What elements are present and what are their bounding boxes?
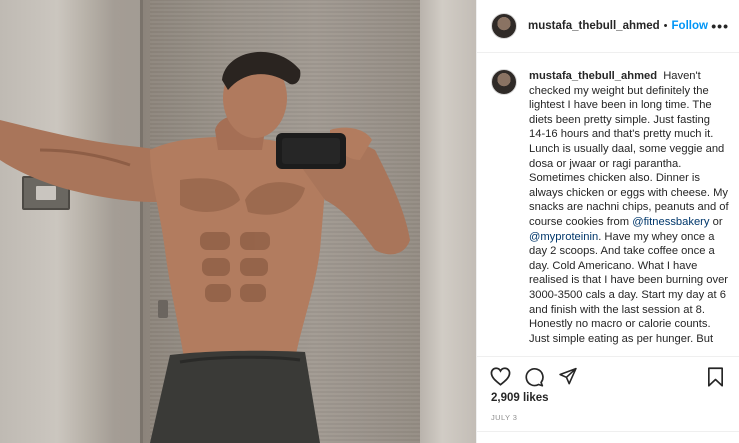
comments-section[interactable]: mustafa_thebull_ahmed Haven't checked my… <box>477 53 739 356</box>
mention-link[interactable]: @myproteinin <box>529 231 598 243</box>
caption-text-1: Haven't checked my weight but definitely… <box>529 70 729 228</box>
comment-icon[interactable] <box>523 366 545 388</box>
separator-dot: • <box>663 20 668 32</box>
paper-plane-icon[interactable] <box>557 366 579 388</box>
header-username[interactable]: mustafa_thebull_ahmed <box>528 20 660 32</box>
mention-link[interactable]: @fitnessbakery <box>632 216 709 228</box>
follow-button[interactable]: Follow <box>672 20 708 32</box>
caption-avatar[interactable] <box>491 69 517 95</box>
action-bar <box>477 356 739 396</box>
post-caption: mustafa_thebull_ahmed Haven't checked my… <box>529 69 729 346</box>
caption-text-2: . Have my whey once a day 2 scoops. And … <box>529 230 729 345</box>
post-date[interactable]: JULY 3 <box>491 413 517 422</box>
post-header: mustafa_thebull_ahmed • Follow ••• <box>477 0 739 53</box>
bookmark-icon[interactable] <box>704 366 726 388</box>
more-options-icon[interactable]: ••• <box>711 18 729 34</box>
heart-icon[interactable] <box>489 366 511 388</box>
man-figure <box>0 51 410 443</box>
post-sidebar: mustafa_thebull_ahmed • Follow ••• musta… <box>476 0 739 443</box>
divider <box>477 431 739 432</box>
post-photo[interactable] <box>0 0 476 443</box>
caption-or: or <box>709 215 723 228</box>
likes-count[interactable]: 2,909 likes <box>491 392 549 404</box>
avatar[interactable] <box>491 13 517 39</box>
caption-username[interactable]: mustafa_thebull_ahmed <box>529 70 657 82</box>
